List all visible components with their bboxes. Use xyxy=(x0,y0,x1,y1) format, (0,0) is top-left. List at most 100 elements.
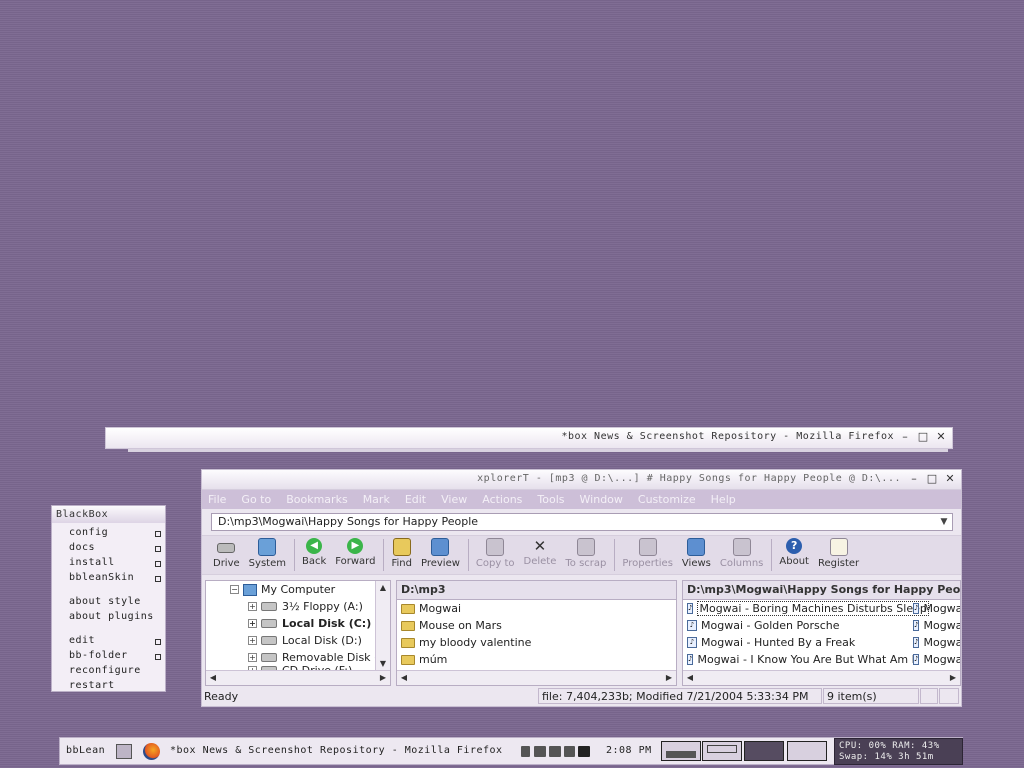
tray-monitor-icon[interactable] xyxy=(534,746,546,757)
drive-button[interactable]: Drive xyxy=(210,536,243,569)
menu-item-about-style[interactable]: about style xyxy=(69,596,141,607)
preview-button[interactable]: Preview xyxy=(418,536,463,569)
taskbar-label[interactable]: bbLean xyxy=(66,745,105,756)
tray-security-icon[interactable] xyxy=(578,746,590,757)
menu-item-restart[interactable]: restart xyxy=(69,680,115,691)
menu-item-edit[interactable]: edit xyxy=(69,635,95,646)
menu-goto[interactable]: Go to xyxy=(241,493,271,506)
scroll-right-icon[interactable]: ▶ xyxy=(946,671,960,685)
maximize-icon[interactable]: □ xyxy=(925,472,939,486)
menu-tools[interactable]: Tools xyxy=(537,493,564,506)
workspace-2[interactable] xyxy=(702,741,742,761)
expand-icon[interactable]: + xyxy=(248,602,257,611)
list-item[interactable]: ♪ Mogwa xyxy=(909,600,960,617)
firefox-window-titlebar[interactable]: *box News & Screenshot Repository - Mozi… xyxy=(105,427,953,449)
list-item[interactable]: Mogwai xyxy=(397,600,676,617)
folder-list-pane[interactable]: D:\mp3 Mogwai Mouse on Mars my bloody va… xyxy=(396,580,677,686)
explorer-titlebar[interactable]: xplorerT - [mp3 @ D:\...] # Happy Songs … xyxy=(202,470,961,490)
expand-icon[interactable]: + xyxy=(248,653,257,662)
tree-item[interactable]: + Local Disk (D:) xyxy=(206,632,390,649)
copy-to-button[interactable]: Copy to xyxy=(473,536,518,569)
tree-item[interactable]: + Local Disk (C:) xyxy=(206,615,390,632)
menu-help[interactable]: Help xyxy=(711,493,736,506)
file-list-pane[interactable]: D:\mp3\Mogwai\Happy Songs for Happy Peop… xyxy=(682,580,961,686)
scroll-left-icon[interactable]: ◀ xyxy=(397,671,411,685)
properties-button[interactable]: Properties xyxy=(619,536,676,569)
delete-button[interactable]: ✕ Delete xyxy=(521,536,560,567)
system-label: System xyxy=(248,558,286,569)
workspace-3[interactable] xyxy=(744,741,784,761)
find-button[interactable]: Find xyxy=(388,536,415,569)
views-button[interactable]: Views xyxy=(679,536,714,569)
system-button[interactable]: System xyxy=(246,536,289,569)
tree-item-my-computer[interactable]: − My Computer xyxy=(206,581,390,598)
menu-window[interactable]: Window xyxy=(580,493,623,506)
firefox-icon[interactable] xyxy=(143,743,160,760)
minimize-icon[interactable]: – xyxy=(907,472,921,486)
tree-vertical-scrollbar[interactable]: ▲ ▼ xyxy=(375,581,390,671)
tree-item[interactable]: + Removable Disk (E: xyxy=(206,649,390,666)
tray-network-icon[interactable] xyxy=(521,746,530,757)
list-item[interactable]: my bloody valentine xyxy=(397,634,676,651)
menu-bookmarks[interactable]: Bookmarks xyxy=(286,493,347,506)
tree-horizontal-scrollbar[interactable]: ◀ ▶ xyxy=(206,670,390,685)
list-item[interactable]: ♪ Mogwai - Golden Porsche xyxy=(683,617,913,634)
folder-icon xyxy=(401,620,415,631)
list-item[interactable]: ♪ Mogwa xyxy=(909,651,960,668)
workspace-4[interactable] xyxy=(787,741,827,761)
tray-app-icon[interactable] xyxy=(549,746,561,757)
item-label: Mouse on Mars xyxy=(419,619,502,632)
menu-item-about-plugins[interactable]: about plugins xyxy=(69,611,154,622)
menu-mark[interactable]: Mark xyxy=(363,493,390,506)
file-horizontal-scrollbar[interactable]: ◀ ▶ xyxy=(683,670,960,685)
close-icon[interactable]: ✕ xyxy=(934,430,948,444)
menu-customize[interactable]: Customize xyxy=(638,493,696,506)
taskbar-task-firefox[interactable]: *box News & Screenshot Repository - Mozi… xyxy=(170,745,503,756)
desktop-icon[interactable] xyxy=(116,744,132,759)
list-item[interactable]: Mouse on Mars xyxy=(397,617,676,634)
list-item[interactable]: ♪ Mogwa xyxy=(909,617,960,634)
to-scrap-button[interactable]: To scrap xyxy=(562,536,609,569)
forward-button[interactable]: ▶ Forward xyxy=(332,536,378,567)
scroll-right-icon[interactable]: ▶ xyxy=(662,671,676,685)
tree-item[interactable]: + 3½ Floppy (A:) xyxy=(206,598,390,615)
tray-sound-icon[interactable] xyxy=(564,746,575,757)
expand-icon[interactable]: + xyxy=(248,619,257,628)
columns-button[interactable]: Columns xyxy=(717,536,767,569)
list-item[interactable]: ♪ Mogwa xyxy=(909,634,960,651)
address-input[interactable]: D:\mp3\Mogwai\Happy Songs for Happy Peop… xyxy=(211,513,953,531)
scroll-left-icon[interactable]: ◀ xyxy=(206,671,220,685)
minimize-icon[interactable]: – xyxy=(898,430,912,444)
folder-tree-pane[interactable]: − My Computer + 3½ Floppy (A:) + Local D… xyxy=(205,580,391,686)
menu-item-install[interactable]: install xyxy=(69,557,115,568)
properties-icon xyxy=(638,538,657,556)
scroll-up-icon[interactable]: ▲ xyxy=(376,581,390,595)
folder-horizontal-scrollbar[interactable]: ◀ ▶ xyxy=(397,670,676,685)
about-button[interactable]: ? About xyxy=(776,536,812,567)
menu-item-config[interactable]: config xyxy=(69,527,108,538)
workspace-1[interactable] xyxy=(661,741,701,761)
menu-item-reconfigure[interactable]: reconfigure xyxy=(69,665,141,676)
menu-item-bb-folder[interactable]: bb-folder xyxy=(69,650,128,661)
expand-icon[interactable]: + xyxy=(248,636,257,645)
collapse-icon[interactable]: − xyxy=(230,585,239,594)
chevron-down-icon[interactable]: ▼ xyxy=(936,514,952,530)
close-icon[interactable]: ✕ xyxy=(943,472,957,486)
back-button[interactable]: ◀ Back xyxy=(299,536,329,567)
list-item[interactable]: ♪ Mogwai - Hunted By a Freak xyxy=(683,634,913,651)
menu-edit[interactable]: Edit xyxy=(405,493,426,506)
taskbar-clock[interactable]: 2:08 PM xyxy=(606,745,652,756)
list-item[interactable]: múm xyxy=(397,651,676,668)
list-item[interactable]: ♪ Mogwai - I Know You Are But What Am I- xyxy=(683,651,919,668)
maximize-icon[interactable]: □ xyxy=(916,430,930,444)
menu-actions[interactable]: Actions xyxy=(482,493,522,506)
register-button[interactable]: Register xyxy=(815,536,862,569)
scroll-right-icon[interactable]: ▶ xyxy=(376,671,390,685)
menu-file[interactable]: File xyxy=(208,493,226,506)
scroll-down-icon[interactable]: ▼ xyxy=(376,657,390,671)
list-item[interactable]: ♪ Mogwai - Boring Machines Disturbs Slee… xyxy=(683,600,929,617)
menu-view[interactable]: View xyxy=(441,493,467,506)
menu-item-bbleanskin[interactable]: bbleanSkin xyxy=(69,572,134,583)
scroll-left-icon[interactable]: ◀ xyxy=(683,671,697,685)
menu-item-docs[interactable]: docs xyxy=(69,542,95,553)
